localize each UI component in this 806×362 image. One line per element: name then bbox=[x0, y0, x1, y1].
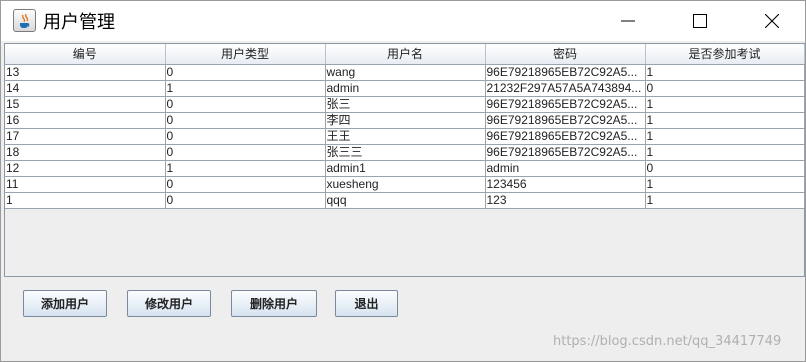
column-header-username[interactable]: 用户名 bbox=[325, 44, 486, 65]
cell-user-type[interactable]: 1 bbox=[165, 80, 326, 97]
cell-id[interactable]: 14 bbox=[5, 80, 166, 97]
cell-user-type[interactable]: 0 bbox=[165, 128, 326, 145]
cell-password[interactable]: 96E79218965EB72C92A5... bbox=[485, 128, 646, 145]
table-row[interactable]: 12 1 admin1 admin 0 bbox=[5, 160, 805, 177]
cell-username[interactable]: 张三三 bbox=[325, 144, 486, 161]
cell-user-type[interactable]: 1 bbox=[165, 160, 326, 177]
cell-password[interactable]: admin bbox=[485, 160, 646, 177]
cell-exam[interactable]: 1 bbox=[645, 176, 805, 193]
cell-exam[interactable]: 1 bbox=[645, 128, 805, 145]
close-icon bbox=[765, 14, 779, 28]
cell-id[interactable]: 1 bbox=[5, 192, 166, 209]
cell-user-type[interactable]: 0 bbox=[165, 144, 326, 161]
exit-button[interactable]: 退出 bbox=[335, 290, 398, 317]
column-header-password[interactable]: 密码 bbox=[485, 44, 646, 65]
cell-user-type[interactable]: 0 bbox=[165, 64, 326, 81]
cell-password[interactable]: 96E79218965EB72C92A5... bbox=[485, 112, 646, 129]
table-row[interactable]: 14 1 admin 21232F297A57A5A743894... 0 bbox=[5, 80, 805, 97]
cell-exam[interactable]: 0 bbox=[645, 160, 805, 177]
cell-id[interactable]: 15 bbox=[5, 96, 166, 113]
cell-id[interactable]: 12 bbox=[5, 160, 166, 177]
user-table-scrollpane[interactable]: 编号 用户类型 用户名 密码 是否参加考试 13 0 wang 96E79218… bbox=[4, 43, 805, 277]
cell-exam[interactable]: 1 bbox=[645, 192, 805, 209]
cell-username[interactable]: qqq bbox=[325, 192, 486, 209]
cell-password[interactable]: 96E79218965EB72C92A5... bbox=[485, 96, 646, 113]
table-row[interactable]: 16 0 李四 96E79218965EB72C92A5... 1 bbox=[5, 112, 805, 129]
java-icon bbox=[13, 9, 36, 32]
cell-exam[interactable]: 1 bbox=[645, 64, 805, 81]
cell-password[interactable]: 123456 bbox=[485, 176, 646, 193]
cell-user-type[interactable]: 0 bbox=[165, 96, 326, 113]
cell-id[interactable]: 17 bbox=[5, 128, 166, 145]
title-bar[interactable]: 用户管理 bbox=[1, 1, 805, 41]
cell-username[interactable]: 张三 bbox=[325, 96, 486, 113]
cell-username[interactable]: admin1 bbox=[325, 160, 486, 177]
cell-username[interactable]: 王王 bbox=[325, 128, 486, 145]
table-row[interactable]: 11 0 xuesheng 123456 1 bbox=[5, 176, 805, 193]
table-row[interactable]: 13 0 wang 96E79218965EB72C92A5... 1 bbox=[5, 64, 805, 81]
cell-username[interactable]: 李四 bbox=[325, 112, 486, 129]
minimize-icon bbox=[621, 20, 635, 22]
column-header-user-type[interactable]: 用户类型 bbox=[165, 44, 326, 65]
table-row[interactable]: 17 0 王王 96E79218965EB72C92A5... 1 bbox=[5, 128, 805, 145]
cell-user-type[interactable]: 0 bbox=[165, 176, 326, 193]
user-table: 编号 用户类型 用户名 密码 是否参加考试 13 0 wang 96E79218… bbox=[5, 44, 805, 209]
cell-password[interactable]: 123 bbox=[485, 192, 646, 209]
cell-id[interactable]: 16 bbox=[5, 112, 166, 129]
user-management-window: 用户管理 编号 用户类型 用户名 密码 是否参加考试 13 0 wang 96E… bbox=[0, 0, 806, 362]
table-row[interactable]: 1 0 qqq 123 1 bbox=[5, 192, 805, 209]
cell-exam[interactable]: 0 bbox=[645, 80, 805, 97]
edit-user-button[interactable]: 修改用户 bbox=[127, 290, 211, 317]
delete-user-button[interactable]: 删除用户 bbox=[231, 290, 317, 317]
table-row[interactable]: 18 0 张三三 96E79218965EB72C92A5... 1 bbox=[5, 144, 805, 161]
cell-exam[interactable]: 1 bbox=[645, 144, 805, 161]
cell-password[interactable]: 21232F297A57A5A743894... bbox=[485, 80, 646, 97]
window-title: 用户管理 bbox=[43, 12, 115, 33]
cell-user-type[interactable]: 0 bbox=[165, 112, 326, 129]
content-pane: 编号 用户类型 用户名 密码 是否参加考试 13 0 wang 96E79218… bbox=[1, 41, 805, 361]
column-header-exam[interactable]: 是否参加考试 bbox=[645, 44, 805, 65]
cell-id[interactable]: 11 bbox=[5, 176, 166, 193]
cell-user-type[interactable]: 0 bbox=[165, 192, 326, 209]
minimize-button[interactable] bbox=[605, 1, 651, 41]
close-button[interactable] bbox=[749, 1, 795, 41]
maximize-icon bbox=[693, 14, 707, 28]
cell-username[interactable]: admin bbox=[325, 80, 486, 97]
cell-exam[interactable]: 1 bbox=[645, 112, 805, 129]
table-row[interactable]: 15 0 张三 96E79218965EB72C92A5... 1 bbox=[5, 96, 805, 113]
cell-id[interactable]: 13 bbox=[5, 64, 166, 81]
cell-password[interactable]: 96E79218965EB72C92A5... bbox=[485, 144, 646, 161]
column-header-id[interactable]: 编号 bbox=[5, 44, 166, 65]
watermark: https://blog.csdn.net/qq_34417749 bbox=[553, 334, 782, 349]
add-user-button[interactable]: 添加用户 bbox=[23, 290, 107, 317]
table-header: 编号 用户类型 用户名 密码 是否参加考试 bbox=[5, 44, 805, 65]
cell-exam[interactable]: 1 bbox=[645, 96, 805, 113]
cell-username[interactable]: wang bbox=[325, 64, 486, 81]
maximize-button[interactable] bbox=[677, 1, 723, 41]
cell-id[interactable]: 18 bbox=[5, 144, 166, 161]
cell-username[interactable]: xuesheng bbox=[325, 176, 486, 193]
cell-password[interactable]: 96E79218965EB72C92A5... bbox=[485, 64, 646, 81]
